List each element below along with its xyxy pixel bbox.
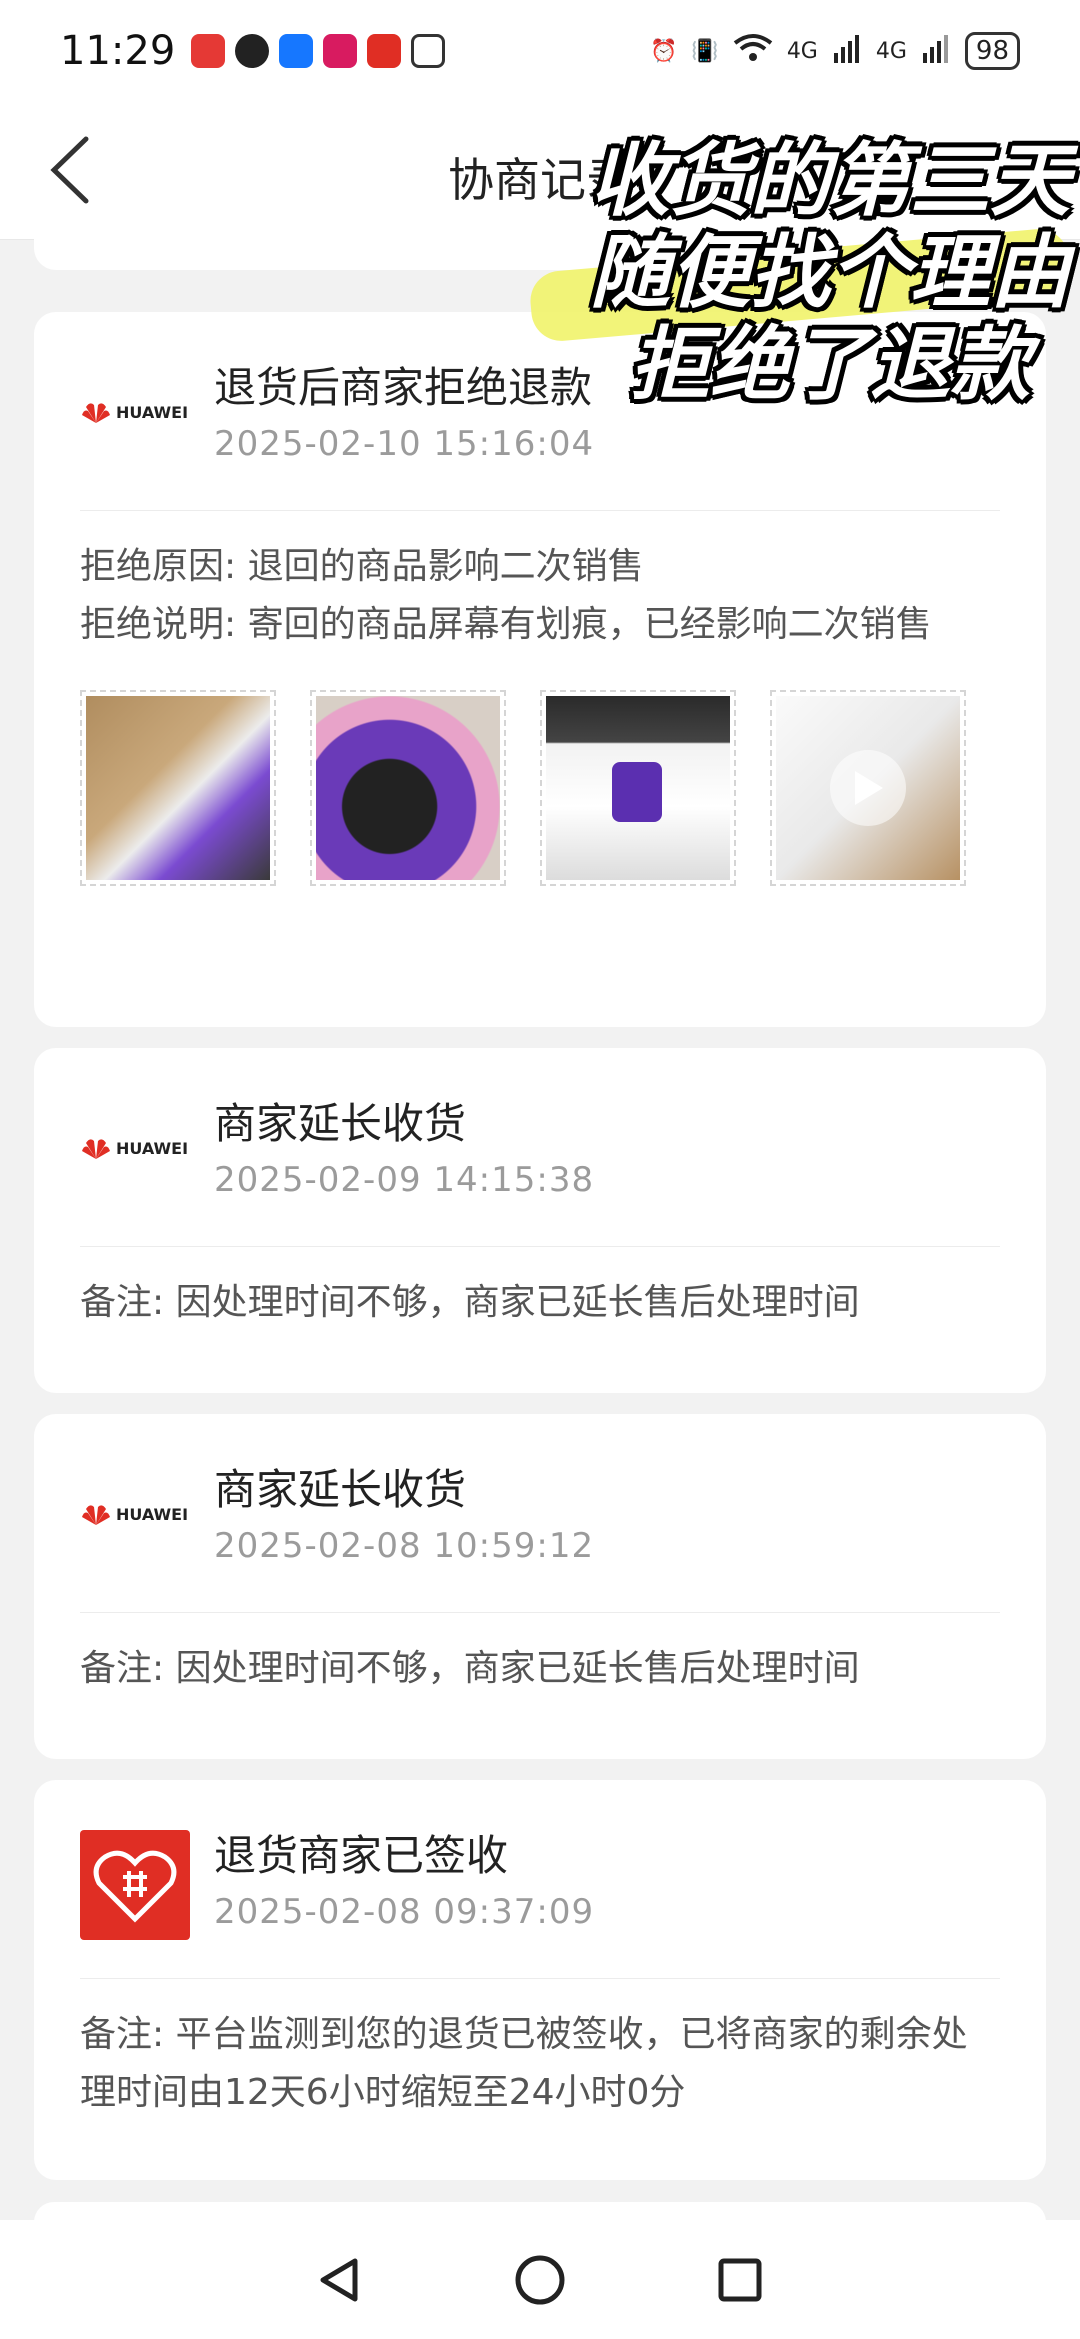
note-value: 因处理时间不够，商家已延长售后处理时间 xyxy=(175,1648,860,1689)
nav-recents-icon xyxy=(718,2258,762,2301)
divider xyxy=(80,1246,1000,1247)
signal-bars-icon-2 xyxy=(921,33,951,69)
evidence-image[interactable] xyxy=(80,690,276,886)
event-card: HUAWEI 商家延长收货 2025-02-09 14:15:38 备注: 因处… xyxy=(34,1048,1046,1393)
note-label: 备注: xyxy=(80,1282,176,1323)
nav-back-icon xyxy=(320,2258,358,2301)
signal-4g-icon: 4G xyxy=(786,38,818,64)
event-details: 备注: 平台监测到您的退货已被签收，已将商家的剩余处理时间由12天6小时缩短至2… xyxy=(34,1980,1046,2162)
event-header: HUAWEI 商家延长收货 2025-02-08 10:59:12 xyxy=(34,1414,1046,1614)
event-time: 2025-02-10 15:16:04 xyxy=(214,424,595,464)
status-time: 11:29 xyxy=(60,28,176,74)
event-details: 备注: 因处理时间不够，商家已延长售后处理时间 xyxy=(34,1614,1046,1738)
reject-reason: 拒绝原因: 退回的商品影响二次销售 xyxy=(80,538,1000,596)
event-card: HUAWEI 商家延长收货 2025-02-08 10:59:12 备注: 因处… xyxy=(34,1414,1046,1759)
event-title: 商家延长收货 xyxy=(214,1465,467,1514)
evidence-video[interactable] xyxy=(770,690,966,886)
watch-in-box-image xyxy=(546,696,730,880)
evidence-image[interactable] xyxy=(310,690,506,886)
huawei-wordmark: HUAWEI xyxy=(115,402,189,422)
nav-home-button[interactable] xyxy=(500,2240,580,2320)
watch-closeup-image xyxy=(316,696,500,880)
evidence-image[interactable] xyxy=(540,690,736,886)
event-time: 2025-02-09 14:15:38 xyxy=(214,1160,595,1200)
note-label: 备注: xyxy=(80,2014,176,2055)
overlay-caption: 收货的第三天 随便找个理由 拒绝了退款 xyxy=(510,135,1070,411)
event-title: 退货商家已签收 xyxy=(214,1831,509,1880)
event-header: HUAWEI 商家延长收货 2025-02-09 14:15:38 xyxy=(34,1048,1046,1248)
app-notification-icon xyxy=(323,34,358,68)
event-details: 备注: 因处理时间不够，商家已延长售后处理时间 xyxy=(34,1248,1046,1372)
note-value: 平台监测到您的退货已被签收，已将商家的剩余处理时间由12天6小时缩短至24小时0… xyxy=(80,2014,968,2113)
event-time: 2025-02-08 10:59:12 xyxy=(214,1526,595,1566)
vibrate-icon: 📳 xyxy=(691,38,719,64)
huawei-wordmark: HUAWEI xyxy=(115,1504,189,1524)
divider xyxy=(80,1978,1000,1979)
event-title: 商家延长收货 xyxy=(214,1099,467,1148)
pinduoduo-notification-icon xyxy=(367,34,402,68)
box-with-watch-image xyxy=(86,696,270,880)
event-note: 备注: 因处理时间不够，商家已延长售后处理时间 xyxy=(80,1640,1000,1698)
caption-line: 拒绝了退款 xyxy=(630,318,1030,411)
alarm-icon: ⏰ xyxy=(650,38,678,64)
event-card: 退货商家已签收 2025-02-08 09:37:09 备注: 平台监测到您的退… xyxy=(34,1780,1046,2180)
huawei-wordmark: HUAWEI xyxy=(115,1138,189,1158)
note-label: 备注: xyxy=(80,1648,176,1689)
huawei-petal-icon xyxy=(81,1139,110,1159)
reject-explanation: 拒绝说明: 寄回的商品屏幕有划痕，已经影响二次销售 xyxy=(80,596,1000,654)
notification-icons xyxy=(191,34,446,68)
pinduoduo-heart-icon xyxy=(93,1850,177,1923)
signal-bars-icon xyxy=(832,33,862,69)
evidence-images xyxy=(80,690,1000,886)
pinduoduo-logo xyxy=(80,1830,190,1940)
nav-back-button[interactable] xyxy=(300,2240,380,2320)
huawei-logo: HUAWEI xyxy=(80,357,190,467)
divider xyxy=(80,1612,1000,1613)
battery-indicator: 98 xyxy=(964,32,1020,70)
nfc-icon xyxy=(411,34,446,68)
nav-home-icon xyxy=(515,2255,565,2304)
negotiation-record-list: HUAWEI 退货后商家拒绝退款 2025-02-10 15:16:04 拒绝原… xyxy=(0,210,1080,2242)
event-time: 2025-02-08 09:37:09 xyxy=(214,1892,595,1932)
qq-icon xyxy=(235,34,270,68)
huawei-petal-icon xyxy=(81,403,110,423)
huawei-logo: HUAWEI xyxy=(80,1093,190,1203)
reject-explanation-value: 寄回的商品屏幕有划痕，已经影响二次销售 xyxy=(247,604,932,645)
reject-reason-label: 拒绝原因: xyxy=(80,546,248,587)
caption-line: 随便找个理由 xyxy=(590,226,1070,319)
event-note: 备注: 平台监测到您的退货已被签收，已将商家的剩余处理时间由12天6小时缩短至2… xyxy=(80,2006,1000,2122)
app-notification-icon xyxy=(191,34,226,68)
note-value: 因处理时间不够，商家已延长售后处理时间 xyxy=(175,1282,860,1323)
reject-reason-value: 退回的商品影响二次销售 xyxy=(247,546,644,587)
status-bar: 11:29 ⏰ 📳 4G 4G 98 xyxy=(0,0,1080,102)
nav-recents-button[interactable] xyxy=(700,2240,780,2320)
divider xyxy=(80,510,1000,511)
huawei-logo: HUAWEI xyxy=(80,1459,190,1569)
play-icon[interactable] xyxy=(830,750,906,826)
system-nav-bar xyxy=(0,2220,1080,2339)
event-header: 退货商家已签收 2025-02-08 09:37:09 xyxy=(34,1780,1046,1980)
signal-4g-icon-2: 4G xyxy=(875,38,907,64)
huawei-petal-icon xyxy=(81,1505,110,1525)
event-card: HUAWEI 退货后商家拒绝退款 2025-02-10 15:16:04 拒绝原… xyxy=(34,312,1046,1027)
event-details: 拒绝原因: 退回的商品影响二次销售 拒绝说明: 寄回的商品屏幕有划痕，已经影响二… xyxy=(34,512,1046,926)
caption-line: 收货的第三天 xyxy=(590,134,1070,227)
status-indicators: ⏰ 📳 4G 4G 98 xyxy=(650,32,1020,70)
reject-explanation-label: 拒绝说明: xyxy=(80,604,248,645)
alipay-icon xyxy=(279,34,314,68)
wifi-icon xyxy=(733,33,773,69)
event-note: 备注: 因处理时间不够，商家已延长售后处理时间 xyxy=(80,1274,1000,1332)
